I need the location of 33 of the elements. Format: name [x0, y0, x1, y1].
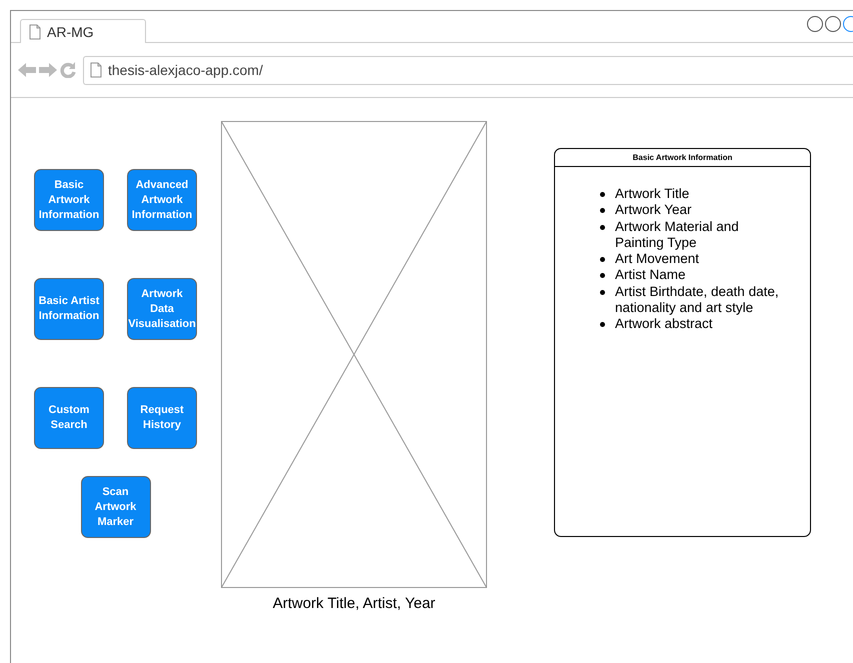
bullet-icon: [600, 290, 605, 295]
forward-icon[interactable]: [39, 62, 57, 78]
list-item: Art Movement: [615, 251, 700, 268]
window-controls-icon[interactable]: [807, 15, 853, 33]
list-item: Artwork Title: [615, 186, 690, 202]
bullet-icon: [600, 322, 605, 328]
page-icon: [29, 24, 41, 40]
menu-button[interactable]: Request History: [127, 387, 197, 449]
reload-icon[interactable]: [60, 62, 76, 78]
menu-button[interactable]: Artwork Data Visualisation: [127, 278, 197, 340]
list-item: Artist Birthdate, death date, nationality and art style: [615, 284, 780, 316]
back-icon[interactable]: [18, 62, 36, 78]
bullet-icon: [600, 257, 605, 262]
menu-button[interactable]: Advanced Artwork Information: [127, 169, 197, 231]
list-item: Artist Name: [615, 267, 686, 284]
url-text: thesis-alexjaco-app.com/: [108, 62, 263, 78]
browser-tab[interactable]: AR-MG: [20, 19, 146, 43]
menu-button[interactable]: Scan Artwork Marker: [80, 476, 150, 538]
bullet-icon: [600, 208, 605, 214]
list-item: Artwork abstract: [615, 316, 713, 333]
tab-title: AR-MG: [47, 24, 94, 40]
menu-button[interactable]: Basic Artist Information: [34, 278, 104, 340]
panel-title: Basic Artwork Information: [555, 149, 810, 167]
bullet-icon: [600, 273, 605, 278]
artwork-caption: Artwork Title, Artist, Year: [272, 595, 436, 612]
list-item: Artwork Material and Painting Type: [615, 218, 740, 252]
bullet-icon: [600, 224, 605, 230]
address-bar[interactable]: thesis-alexjaco-app.com/: [83, 56, 853, 84]
page-icon: [90, 62, 102, 78]
bullet-icon: [600, 192, 605, 197]
menu-button[interactable]: Custom Search: [34, 387, 104, 449]
menu-button[interactable]: Basic Artwork Information: [34, 169, 104, 231]
list-item: Artwork Year: [615, 202, 692, 219]
